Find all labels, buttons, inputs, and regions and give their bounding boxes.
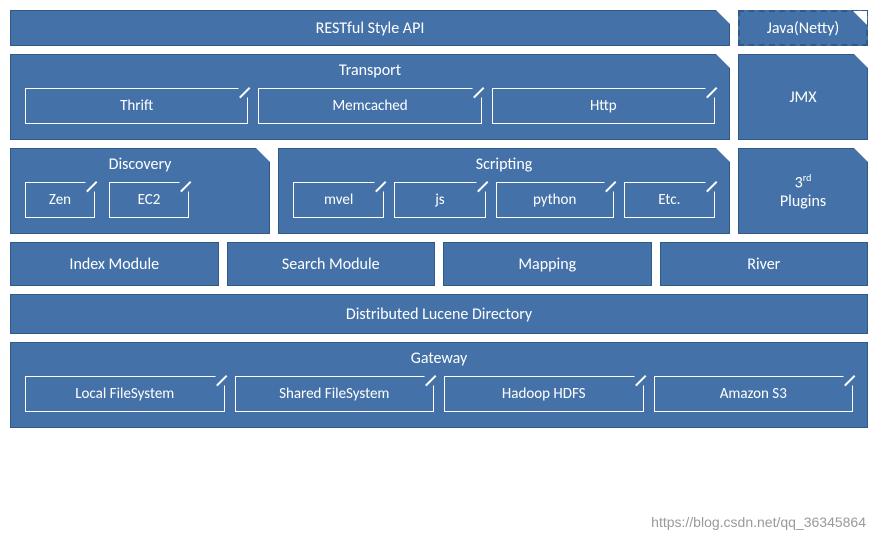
- index-module-block: Index Module: [10, 242, 219, 286]
- scripting-block: Scripting mvel js python Etc.: [278, 148, 730, 234]
- discovery-items: Zen EC2: [11, 182, 269, 228]
- transport-item-http: Http: [492, 88, 715, 124]
- scripting-item-js: js: [394, 182, 485, 218]
- row-gateway: Gateway Local FileSystem Shared FileSyst…: [10, 342, 868, 428]
- gateway-title: Gateway: [411, 343, 468, 376]
- transport-item-thrift: Thrift: [25, 88, 248, 124]
- restful-api-block: RESTful Style API: [10, 10, 730, 46]
- scripting-item-etc: Etc.: [624, 182, 715, 218]
- gateway-item-shared: Shared FileSystem: [235, 376, 435, 412]
- gateway-item-hadoop: Hadoop HDFS: [444, 376, 644, 412]
- mapping-block: Mapping: [443, 242, 652, 286]
- row-discovery-scripting-plugins: Discovery Zen EC2 Scripting mvel js pyth…: [10, 148, 868, 234]
- discovery-title: Discovery: [109, 149, 172, 182]
- plugins-line2: Plugins: [780, 192, 826, 211]
- plugins-line1: 3rd: [795, 171, 812, 192]
- watermark-text: https://blog.csdn.net/qq_36345864: [651, 514, 866, 530]
- transport-block: Transport Thrift Memcached Http: [10, 54, 730, 140]
- scripting-title: Scripting: [476, 149, 533, 182]
- gateway-block: Gateway Local FileSystem Shared FileSyst…: [10, 342, 868, 428]
- discovery-item-ec2: EC2: [109, 182, 189, 218]
- jmx-label: JMX: [789, 88, 816, 107]
- row-transport-jmx: Transport Thrift Memcached Http JMX: [10, 54, 868, 140]
- plugins-block: 3rd Plugins: [738, 148, 868, 234]
- discovery-item-zen: Zen: [25, 182, 95, 218]
- gateway-items: Local FileSystem Shared FileSystem Hadoo…: [11, 376, 867, 422]
- gateway-item-s3: Amazon S3: [654, 376, 854, 412]
- scripting-item-python: python: [496, 182, 614, 218]
- transport-item-memcached: Memcached: [258, 88, 481, 124]
- scripting-items: mvel js python Etc.: [279, 182, 729, 228]
- architecture-diagram: RESTful Style API Java(Netty) Transport …: [10, 10, 868, 428]
- transport-items: Thrift Memcached Http: [11, 88, 729, 134]
- search-module-block: Search Module: [227, 242, 436, 286]
- row-lucene: Distributed Lucene Directory: [10, 294, 868, 334]
- java-netty-label: Java(Netty): [767, 19, 839, 38]
- row-restful-java: RESTful Style API Java(Netty): [10, 10, 868, 46]
- gateway-item-local: Local FileSystem: [25, 376, 225, 412]
- java-netty-block: Java(Netty): [738, 10, 868, 46]
- river-block: River: [660, 242, 869, 286]
- row-modules: Index Module Search Module Mapping River: [10, 242, 868, 286]
- transport-title: Transport: [339, 55, 401, 88]
- discovery-block: Discovery Zen EC2: [10, 148, 270, 234]
- scripting-item-mvel: mvel: [293, 182, 384, 218]
- jmx-block: JMX: [738, 54, 868, 140]
- restful-label: RESTful Style API: [316, 19, 425, 38]
- lucene-block: Distributed Lucene Directory: [10, 294, 868, 334]
- lucene-label: Distributed Lucene Directory: [346, 305, 532, 324]
